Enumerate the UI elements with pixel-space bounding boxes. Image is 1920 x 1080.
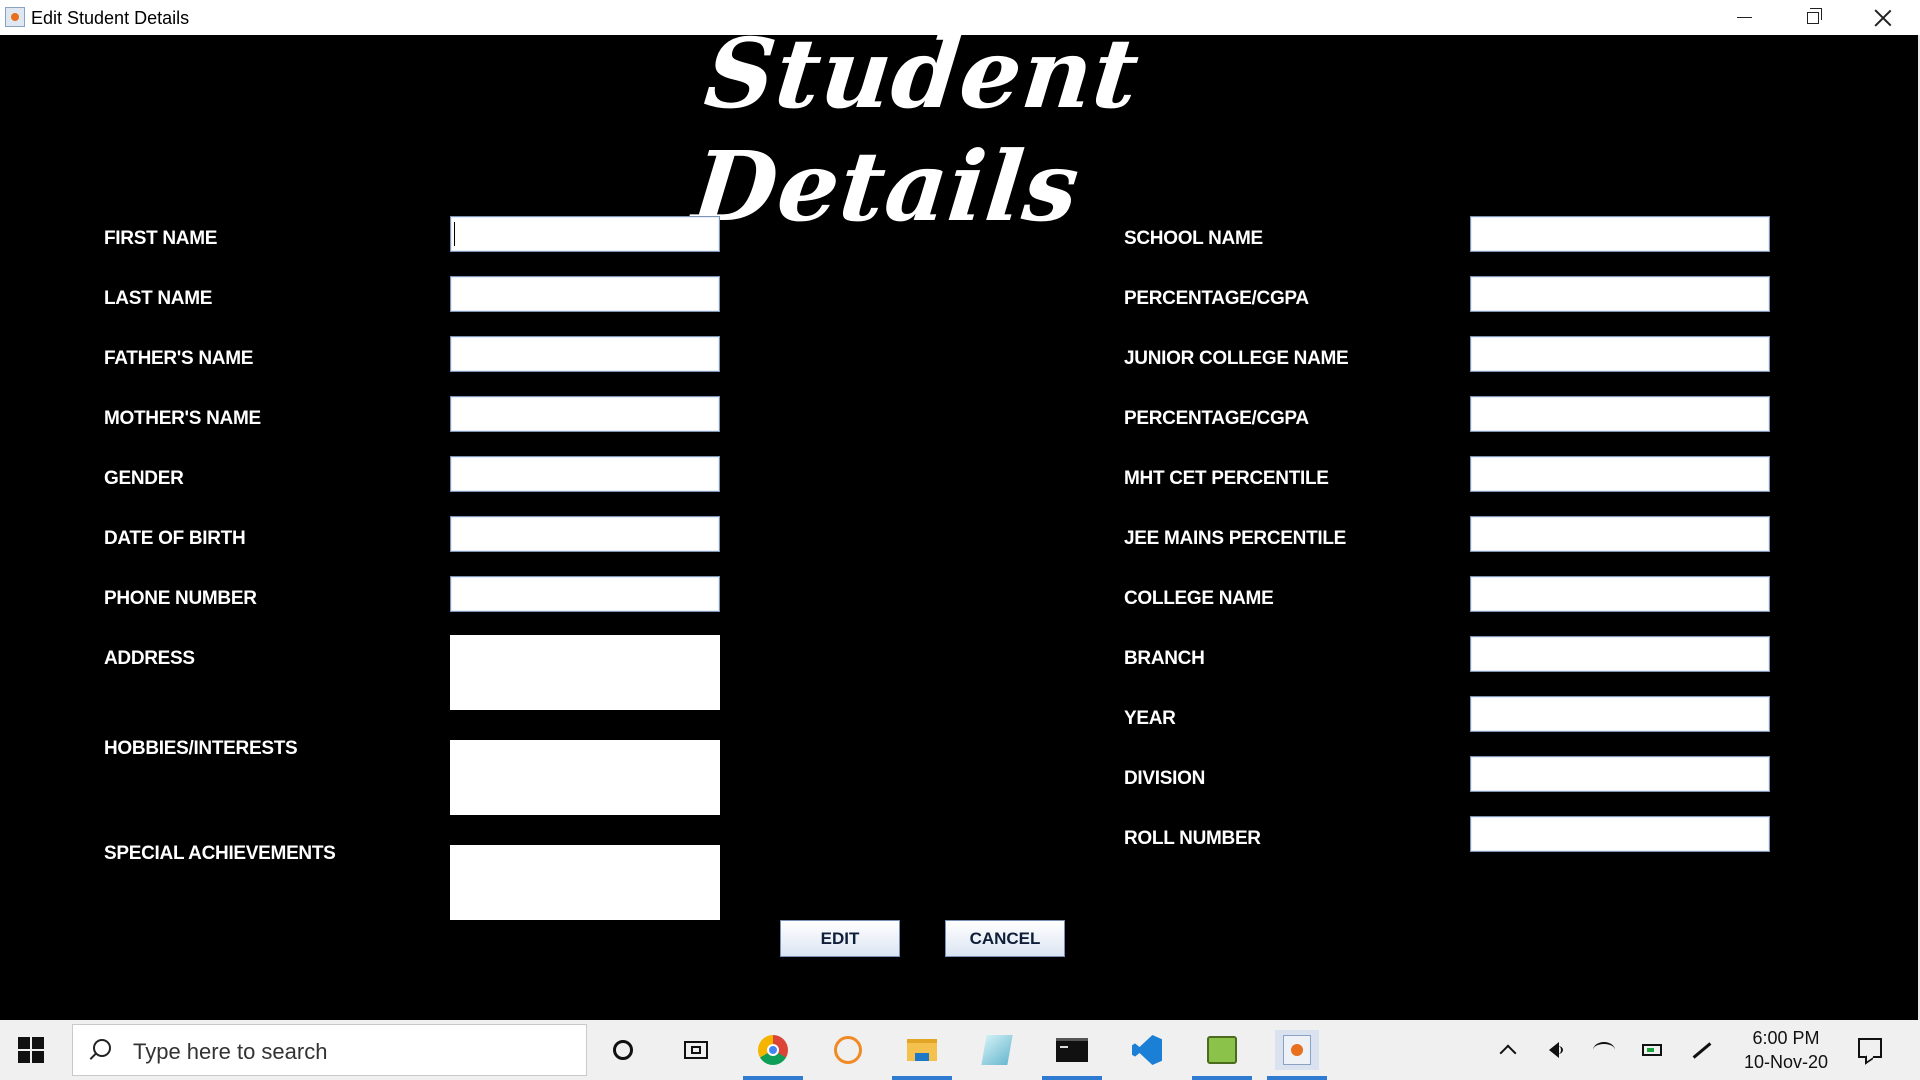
- division-label: DIVISION: [1124, 768, 1206, 789]
- school-percentage-input[interactable]: [1470, 276, 1770, 312]
- eclipse-icon: [834, 1036, 862, 1064]
- chrome-taskbar-button[interactable]: [751, 1030, 795, 1070]
- task-view-button[interactable]: [674, 1030, 718, 1070]
- task-view-icon: [684, 1041, 708, 1059]
- game-active-indicator: [1192, 1076, 1252, 1080]
- gender-input[interactable]: [450, 456, 720, 492]
- explorer-active-indicator: [892, 1076, 952, 1080]
- search-icon: [93, 1039, 111, 1057]
- command-prompt-icon: [1056, 1038, 1088, 1062]
- school-percentage-label: PERCENTAGE/CGPA: [1124, 288, 1309, 309]
- last-name-label: LAST NAME: [104, 288, 213, 309]
- first-name-input[interactable]: [450, 216, 720, 252]
- mht-cet-percentile-input[interactable]: [1470, 456, 1770, 492]
- start-icon[interactable]: [18, 1037, 46, 1065]
- close-button[interactable]: [1848, 0, 1918, 35]
- junior-college-percentage-label: PERCENTAGE/CGPA: [1124, 408, 1309, 429]
- java-active-indicator: [1267, 1076, 1327, 1080]
- cortana-icon: [613, 1040, 633, 1060]
- chevron-up-icon: [1499, 1044, 1517, 1062]
- clock-date: 10-Nov-20: [1743, 1052, 1829, 1072]
- date-of-birth-input[interactable]: [450, 516, 720, 552]
- chrome-icon: [758, 1035, 788, 1065]
- battery-icon: [1642, 1044, 1662, 1056]
- java-taskbar-button[interactable]: [1275, 1030, 1319, 1070]
- vscode-icon: [1132, 1035, 1162, 1065]
- vscode-taskbar-button[interactable]: [1125, 1030, 1169, 1070]
- special-achievements-label: SPECIAL ACHIEVEMENTS: [104, 843, 336, 864]
- game-taskbar-button[interactable]: [1200, 1030, 1244, 1070]
- notepad-taskbar-button[interactable]: [975, 1030, 1019, 1070]
- cmd-active-indicator: [1042, 1076, 1102, 1080]
- address-label: ADDRESS: [104, 648, 195, 669]
- minimize-icon: [1736, 17, 1752, 18]
- roll-number-label: ROLL NUMBER: [1124, 828, 1261, 849]
- fathers-name-input[interactable]: [450, 336, 720, 372]
- cancel-button[interactable]: CANCEL: [945, 920, 1065, 957]
- branch-input[interactable]: [1470, 636, 1770, 672]
- minimize-button[interactable]: [1709, 0, 1779, 35]
- first-name-label: FIRST NAME: [104, 228, 218, 249]
- notification-icon[interactable]: [1858, 1038, 1882, 1058]
- window-title: Edit Student Details: [31, 8, 190, 28]
- network-button[interactable]: [1582, 1030, 1626, 1070]
- java-app-icon: [5, 7, 25, 27]
- school-name-input[interactable]: [1470, 216, 1770, 252]
- date-of-birth-label: DATE OF BIRTH: [104, 528, 246, 549]
- speaker-icon: [1549, 1042, 1563, 1058]
- mht-cet-percentile-label: MHT CET PERCENTILE: [1124, 468, 1329, 489]
- phone-number-label: PHONE NUMBER: [104, 588, 257, 609]
- year-input[interactable]: [1470, 696, 1770, 732]
- search-placeholder: Type here to search: [133, 1039, 328, 1064]
- school-name-label: SCHOOL NAME: [1124, 228, 1263, 249]
- file-explorer-taskbar-button[interactable]: [900, 1030, 944, 1070]
- taskbar-search-box[interactable]: Type here to search: [72, 1024, 587, 1076]
- special-achievements-textarea[interactable]: [450, 845, 720, 920]
- cmd-taskbar-button[interactable]: [1050, 1030, 1094, 1070]
- eclipse-taskbar-button[interactable]: [826, 1030, 870, 1070]
- java-icon: [1283, 1035, 1311, 1065]
- game-icon: [1207, 1036, 1237, 1064]
- gender-label: GENDER: [104, 468, 184, 489]
- hobbies-interests-label: HOBBIES/INTERESTS: [104, 738, 298, 759]
- college-name-label: COLLEGE NAME: [1124, 588, 1274, 609]
- restore-button[interactable]: [1778, 0, 1848, 35]
- taskbar-clock[interactable]: 6:00 PM 10-Nov-20: [1731, 1026, 1841, 1074]
- branch-label: BRANCH: [1124, 648, 1205, 669]
- fathers-name-label: FATHER'S NAME: [104, 348, 254, 369]
- roll-number-input[interactable]: [1470, 816, 1770, 852]
- taskbar: Type here to search 6:00 PM 10-Nov-20: [0, 1020, 1920, 1080]
- phone-number-input[interactable]: [450, 576, 720, 612]
- junior-college-name-input[interactable]: [1470, 336, 1770, 372]
- pen-icon: [1692, 1041, 1712, 1059]
- clock-time: 6:00 PM: [1752, 1028, 1820, 1048]
- jee-mains-percentile-input[interactable]: [1470, 516, 1770, 552]
- restore-icon: [1807, 7, 1822, 24]
- cortana-button[interactable]: [601, 1030, 645, 1070]
- hobbies-interests-textarea[interactable]: [450, 740, 720, 815]
- file-explorer-icon: [907, 1039, 937, 1061]
- jee-mains-percentile-label: JEE MAINS PERCENTILE: [1124, 528, 1347, 549]
- chrome-active-indicator: [743, 1076, 803, 1080]
- last-name-input[interactable]: [450, 276, 720, 312]
- division-input[interactable]: [1470, 756, 1770, 792]
- junior-college-name-label: JUNIOR COLLEGE NAME: [1124, 348, 1349, 369]
- volume-button[interactable]: [1532, 1030, 1576, 1070]
- mothers-name-input[interactable]: [450, 396, 720, 432]
- edit-button[interactable]: EDIT: [780, 920, 900, 957]
- notepad-icon: [981, 1035, 1013, 1065]
- address-textarea[interactable]: [450, 635, 720, 710]
- battery-button[interactable]: [1630, 1030, 1674, 1070]
- mothers-name-label: MOTHER'S NAME: [104, 408, 261, 429]
- pen-button[interactable]: [1680, 1030, 1724, 1070]
- page-heading: Student Details: [688, 17, 1145, 243]
- show-hidden-icons-button[interactable]: [1486, 1030, 1530, 1070]
- wifi-icon: [1593, 1042, 1615, 1058]
- year-label: YEAR: [1124, 708, 1176, 729]
- junior-college-percentage-input[interactable]: [1470, 396, 1770, 432]
- close-icon: [1874, 9, 1892, 27]
- college-name-input[interactable]: [1470, 576, 1770, 612]
